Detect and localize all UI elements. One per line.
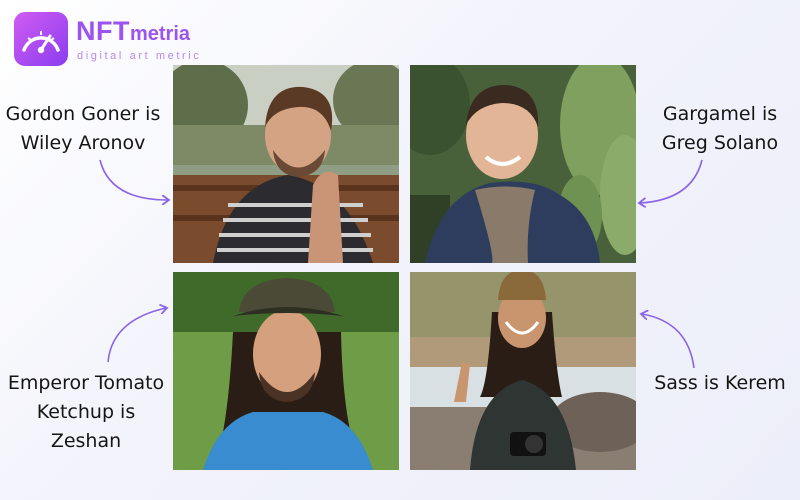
arrow-bottom-left: [107, 308, 166, 363]
caption-line: Gargamel is: [662, 103, 778, 125]
nftmetria-logo: NFTmetria digital art metric: [14, 12, 224, 68]
caption-line: Sass is Kerem: [654, 372, 786, 394]
logo-brand-prefix: NFT: [76, 16, 130, 46]
caption-line: Gordon Goner is: [5, 103, 161, 125]
logo-wordmark: NFTmetria: [76, 16, 190, 47]
photo-gargamel: [410, 65, 636, 263]
caption-emperor-tomato-ketchup: Emperor Tomato Ketchup is Zeshan: [0, 369, 172, 456]
logo-tagline: digital art metric: [77, 50, 202, 62]
photo-sass: [410, 272, 636, 470]
photo-emperor-tomato-ketchup: [173, 272, 399, 470]
caption-sass: Sass is Kerem: [640, 369, 800, 398]
caption-line: Wiley Aronov: [20, 132, 146, 154]
arrow-bottom-right: [642, 314, 695, 369]
caption-line: Ketchup is: [36, 401, 136, 423]
caption-gargamel: Gargamel is Greg Solano: [640, 100, 800, 158]
logo-brand-suffix: metria: [129, 23, 191, 45]
caption-gordon-goner: Gordon Goner is Wiley Aronov: [0, 100, 166, 158]
caption-line: Zeshan: [50, 430, 122, 452]
photo-gordon-goner: [173, 65, 399, 263]
arrow-top-right: [640, 159, 703, 203]
speedometer-icon: [14, 12, 68, 66]
caption-line: Emperor Tomato: [7, 372, 165, 394]
caption-line: Greg Solano: [661, 132, 779, 154]
arrow-top-left: [99, 159, 168, 200]
